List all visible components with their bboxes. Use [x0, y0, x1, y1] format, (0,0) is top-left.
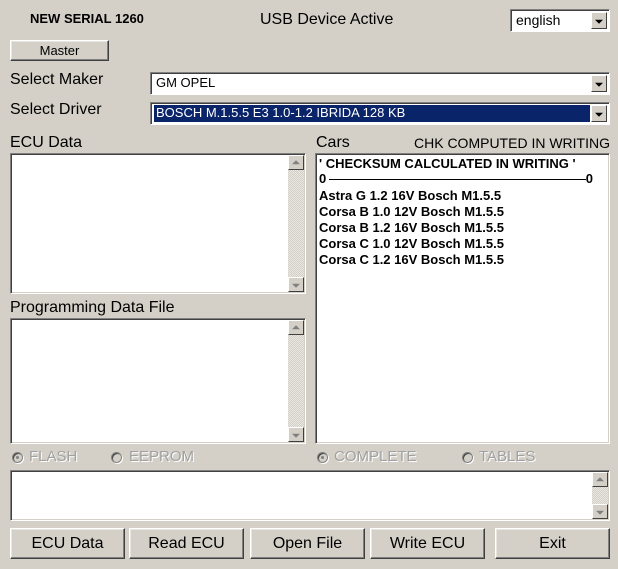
exit-button[interactable]: Exit	[495, 528, 610, 559]
chevron-down-icon	[292, 433, 300, 438]
chevron-up-icon	[292, 159, 300, 164]
language-select-value: english	[516, 12, 561, 28]
eeprom-option-label: EEPROM	[129, 448, 195, 465]
maker-dropdown-button[interactable]	[591, 75, 607, 92]
radio-eeprom[interactable]	[111, 452, 122, 463]
chevron-down-icon	[595, 19, 603, 24]
master-button[interactable]: Master	[10, 40, 109, 61]
list-item[interactable]: Corsa B 1.2 16V Bosch M1.5.5	[319, 220, 504, 236]
write-ecu-button[interactable]: Write ECU	[370, 528, 485, 559]
ecu-data-label: ECU Data	[10, 134, 83, 151]
serial-label: NEW SERIAL 1260	[30, 11, 144, 26]
radio-tables[interactable]	[462, 452, 473, 463]
scroll-down-button[interactable]	[288, 427, 304, 442]
programming-data-file-list[interactable]	[10, 318, 306, 444]
chevron-up-icon	[596, 476, 604, 481]
radio-selected-dot	[16, 456, 19, 459]
chevron-down-icon	[595, 112, 603, 117]
maker-select[interactable]: GM OPEL	[150, 72, 610, 95]
complete-option-label: COMPLETE	[334, 448, 417, 465]
message-log-scrollbar[interactable]	[592, 472, 608, 519]
scroll-up-button[interactable]	[288, 320, 304, 335]
checksum-range-bar: 0 0	[319, 171, 605, 187]
open-file-button[interactable]: Open File	[250, 528, 365, 559]
usb-status-label: USB Device Active	[260, 11, 394, 28]
scroll-down-button[interactable]	[288, 277, 304, 292]
select-driver-label: Select Driver	[10, 101, 102, 118]
ecu-data-button[interactable]: ECU Data	[10, 528, 125, 559]
checksum-status-label: CHK COMPUTED IN WRITING	[414, 135, 610, 151]
read-ecu-button[interactable]: Read ECU	[129, 528, 244, 559]
range-start-label: 0	[319, 171, 327, 186]
chevron-down-icon	[595, 82, 603, 87]
flash-option-label: FLASH	[29, 448, 78, 465]
list-item[interactable]: Corsa C 1.2 16V Bosch M1.5.5	[319, 252, 504, 268]
list-item[interactable]: Astra G 1.2 16V Bosch M1.5.5	[319, 188, 501, 204]
language-dropdown-button[interactable]	[591, 12, 607, 29]
ecu-data-scrollbar[interactable]	[288, 155, 304, 292]
ecu-data-list[interactable]	[10, 153, 306, 294]
checksum-header-line: ' CHECKSUM CALCULATED IN WRITING '	[319, 156, 576, 171]
chevron-up-icon	[292, 324, 300, 329]
radio-complete[interactable]	[317, 452, 328, 463]
language-select[interactable]: english	[510, 9, 610, 32]
chevron-down-icon	[596, 510, 604, 515]
driver-select-value: BOSCH M.1.5.5 E3 1.0-1.2 IBRIDA 128 KB	[154, 105, 590, 122]
programming-data-file-label: Programming Data File	[10, 299, 175, 316]
driver-dropdown-button[interactable]	[591, 105, 607, 122]
programming-data-scrollbar[interactable]	[288, 320, 304, 442]
radio-selected-dot	[321, 456, 324, 459]
range-line	[329, 179, 586, 180]
list-item[interactable]: Corsa C 1.0 12V Bosch M1.5.5	[319, 236, 504, 252]
radio-flash[interactable]	[12, 452, 23, 463]
list-item[interactable]: Corsa B 1.0 12V Bosch M1.5.5	[319, 204, 504, 220]
cars-label: Cars	[316, 134, 350, 151]
scroll-up-button[interactable]	[288, 155, 304, 170]
chevron-down-icon	[292, 283, 300, 288]
maker-select-value: GM OPEL	[156, 75, 216, 90]
tables-option-label: TABLES	[479, 448, 536, 465]
cars-list[interactable]: ' CHECKSUM CALCULATED IN WRITING ' 0 0 A…	[315, 153, 610, 444]
scroll-down-button[interactable]	[592, 504, 608, 519]
range-end-label: 0	[585, 171, 593, 186]
driver-select[interactable]: BOSCH M.1.5.5 E3 1.0-1.2 IBRIDA 128 KB	[150, 102, 610, 125]
select-maker-label: Select Maker	[10, 71, 104, 88]
scroll-up-button[interactable]	[592, 472, 608, 487]
message-log[interactable]	[10, 470, 610, 521]
